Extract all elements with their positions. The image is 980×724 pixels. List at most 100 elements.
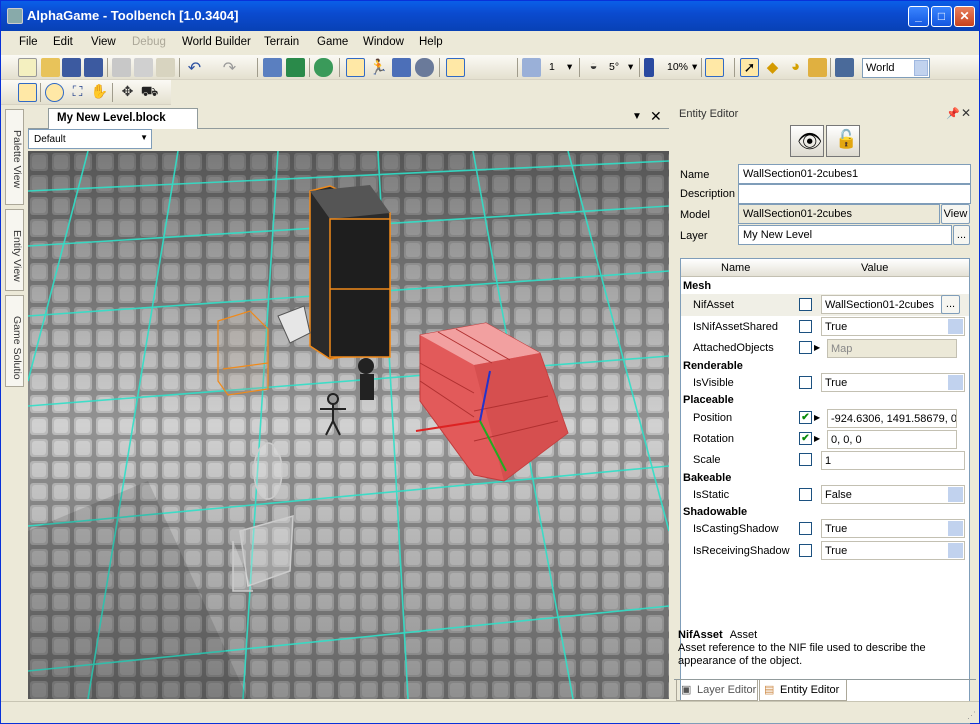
category-mesh[interactable]: Mesh	[683, 280, 711, 292]
nifassetshared-checkbox[interactable]	[799, 320, 812, 333]
menu-view[interactable]: View	[91, 36, 116, 48]
isstatic-checkbox[interactable]	[799, 488, 812, 501]
nifassetshared-select[interactable]: True	[821, 317, 965, 336]
fly-camera-icon[interactable]: ⛟	[140, 83, 159, 102]
menu-file[interactable]: File	[19, 36, 38, 48]
open-folder-icon[interactable]	[41, 58, 60, 77]
description-field[interactable]	[738, 184, 971, 204]
menu-terrain[interactable]: Terrain	[264, 36, 299, 48]
entity-view-tab[interactable]: Entity View	[5, 209, 24, 291]
maximize-button[interactable]: □	[931, 6, 952, 27]
isstatic-select[interactable]: False	[821, 485, 965, 504]
scale-tool-icon[interactable]	[808, 58, 827, 77]
scale-field[interactable]: 1	[821, 451, 965, 470]
expand-arrow-icon[interactable]: ▶	[814, 413, 820, 422]
paste-icon[interactable]	[156, 58, 175, 77]
redo-icon[interactable]: ↷	[220, 58, 239, 77]
view-model-button[interactable]: View	[941, 204, 970, 224]
isvisible-checkbox[interactable]	[799, 376, 812, 389]
wall-section-small[interactable]	[217, 310, 269, 396]
expand-arrow-icon[interactable]: ▶	[814, 343, 820, 352]
menu-help[interactable]: Help	[419, 36, 443, 48]
menu-window[interactable]: Window	[363, 36, 404, 48]
lock-toggle-button[interactable]: 🔓	[826, 125, 860, 157]
tab-list-dropdown-icon[interactable]: ▼	[632, 111, 642, 122]
minimize-button[interactable]: _	[908, 6, 929, 27]
undo-icon[interactable]: ↶	[185, 58, 204, 77]
pin-icon[interactable]: 📌	[946, 107, 960, 120]
sphere-icon[interactable]	[415, 58, 434, 77]
nifasset-browse-button[interactable]: ...	[941, 295, 960, 314]
chevron-down-icon[interactable]: ▾	[567, 61, 572, 73]
attachedobjects-checkbox[interactable]	[799, 341, 812, 354]
title-bar[interactable]: AlphaGame - Toolbench [1.0.3404] _ □ ✕	[1, 1, 979, 31]
iscastingshadow-select[interactable]: True	[821, 519, 965, 538]
layer-browse-button[interactable]: ...	[953, 225, 970, 245]
scale-checkbox[interactable]	[799, 453, 812, 466]
tab-my-new-level[interactable]: My New Level.block	[48, 108, 198, 129]
component-icon[interactable]	[263, 58, 282, 77]
layer-filter-select[interactable]: Default ▼	[28, 129, 152, 149]
player-figure[interactable]	[358, 358, 374, 400]
category-renderable[interactable]: Renderable	[683, 360, 743, 372]
iscastingshadow-checkbox[interactable]	[799, 522, 812, 535]
tab-entity-editor[interactable]: ▤ Entity Editor	[759, 680, 847, 701]
menu-game[interactable]: Game	[317, 36, 348, 48]
isreceivingshadow-select[interactable]: True	[821, 541, 965, 560]
frame-selection-icon[interactable]: ⛶	[68, 83, 87, 102]
pan-hand-icon[interactable]: ✋	[90, 83, 109, 102]
snap-count[interactable]: 1	[549, 61, 555, 73]
align-icon[interactable]	[471, 58, 490, 77]
category-bakeable[interactable]: Bakeable	[683, 472, 731, 484]
chevron-down-icon[interactable]: ▾	[628, 61, 633, 73]
rotate-icon[interactable]: ◕	[786, 58, 805, 77]
rotation-field[interactable]: 0, 0, 0	[827, 430, 957, 449]
rotation-checkbox[interactable]: ✔	[799, 432, 812, 445]
category-shadowable[interactable]: Shadowable	[683, 506, 747, 518]
3d-viewport[interactable]	[28, 151, 669, 699]
menu-edit[interactable]: Edit	[53, 36, 73, 48]
chevron-down-icon[interactable]: ▾	[692, 61, 697, 73]
copy-icon[interactable]	[134, 58, 153, 77]
select-arrow-icon[interactable]: ➚	[740, 58, 759, 77]
expand-arrow-icon[interactable]: ▶	[814, 434, 820, 443]
save-all-icon[interactable]	[84, 58, 103, 77]
grid-toggle-icon[interactable]	[18, 83, 37, 102]
angle-snap[interactable]: 5°	[609, 61, 619, 73]
material-icon[interactable]	[392, 58, 411, 77]
move-icon[interactable]: ◆	[763, 58, 782, 77]
scale-icon[interactable]	[644, 58, 654, 77]
camera-orbit-icon[interactable]	[45, 83, 64, 102]
chevron-down-icon[interactable]	[914, 60, 928, 76]
snap-to-surface-icon[interactable]	[446, 58, 465, 77]
close-tab-icon[interactable]: ✕	[650, 108, 662, 125]
zoom-value[interactable]: 10%	[667, 61, 688, 73]
close-button[interactable]: ✕	[954, 6, 975, 27]
light-bulb-icon[interactable]	[346, 58, 365, 77]
position-field[interactable]: -924.6306, 1491.58679, 0	[827, 409, 957, 428]
new-icon[interactable]	[18, 58, 37, 77]
protractor-icon[interactable]: ◒	[584, 58, 603, 77]
scene-render[interactable]	[28, 151, 669, 699]
cut-icon[interactable]	[112, 58, 131, 77]
name-field[interactable]: WallSection01-2cubes1	[738, 164, 971, 184]
palette-view-tab[interactable]: Palette View	[5, 109, 24, 205]
close-icon[interactable]: ✕	[961, 106, 971, 120]
coord-space-select[interactable]: World	[862, 58, 930, 78]
category-placeable[interactable]: Placeable	[683, 394, 734, 406]
user-icon[interactable]	[835, 58, 854, 77]
ruler-icon[interactable]	[522, 58, 541, 77]
visibility-toggle-button[interactable]: 👁	[790, 125, 824, 157]
nifasset-checkbox[interactable]	[799, 298, 812, 311]
isreceivingshadow-checkbox[interactable]	[799, 544, 812, 557]
resize-grip-icon[interactable]: ⋰	[967, 710, 976, 721]
menu-world-builder[interactable]: World Builder	[182, 36, 251, 48]
pin-icon[interactable]	[705, 58, 724, 77]
tab-layer-editor[interactable]: ▣ Layer Editor	[676, 680, 758, 701]
running-man-icon[interactable]: 🏃	[369, 58, 388, 77]
world-icon[interactable]	[314, 58, 333, 77]
wall-section-tall[interactable]	[309, 185, 391, 360]
layer-field[interactable]: My New Level	[738, 225, 952, 245]
game-solution-tab[interactable]: Game Solutio	[5, 295, 24, 387]
save-icon[interactable]	[62, 58, 81, 77]
